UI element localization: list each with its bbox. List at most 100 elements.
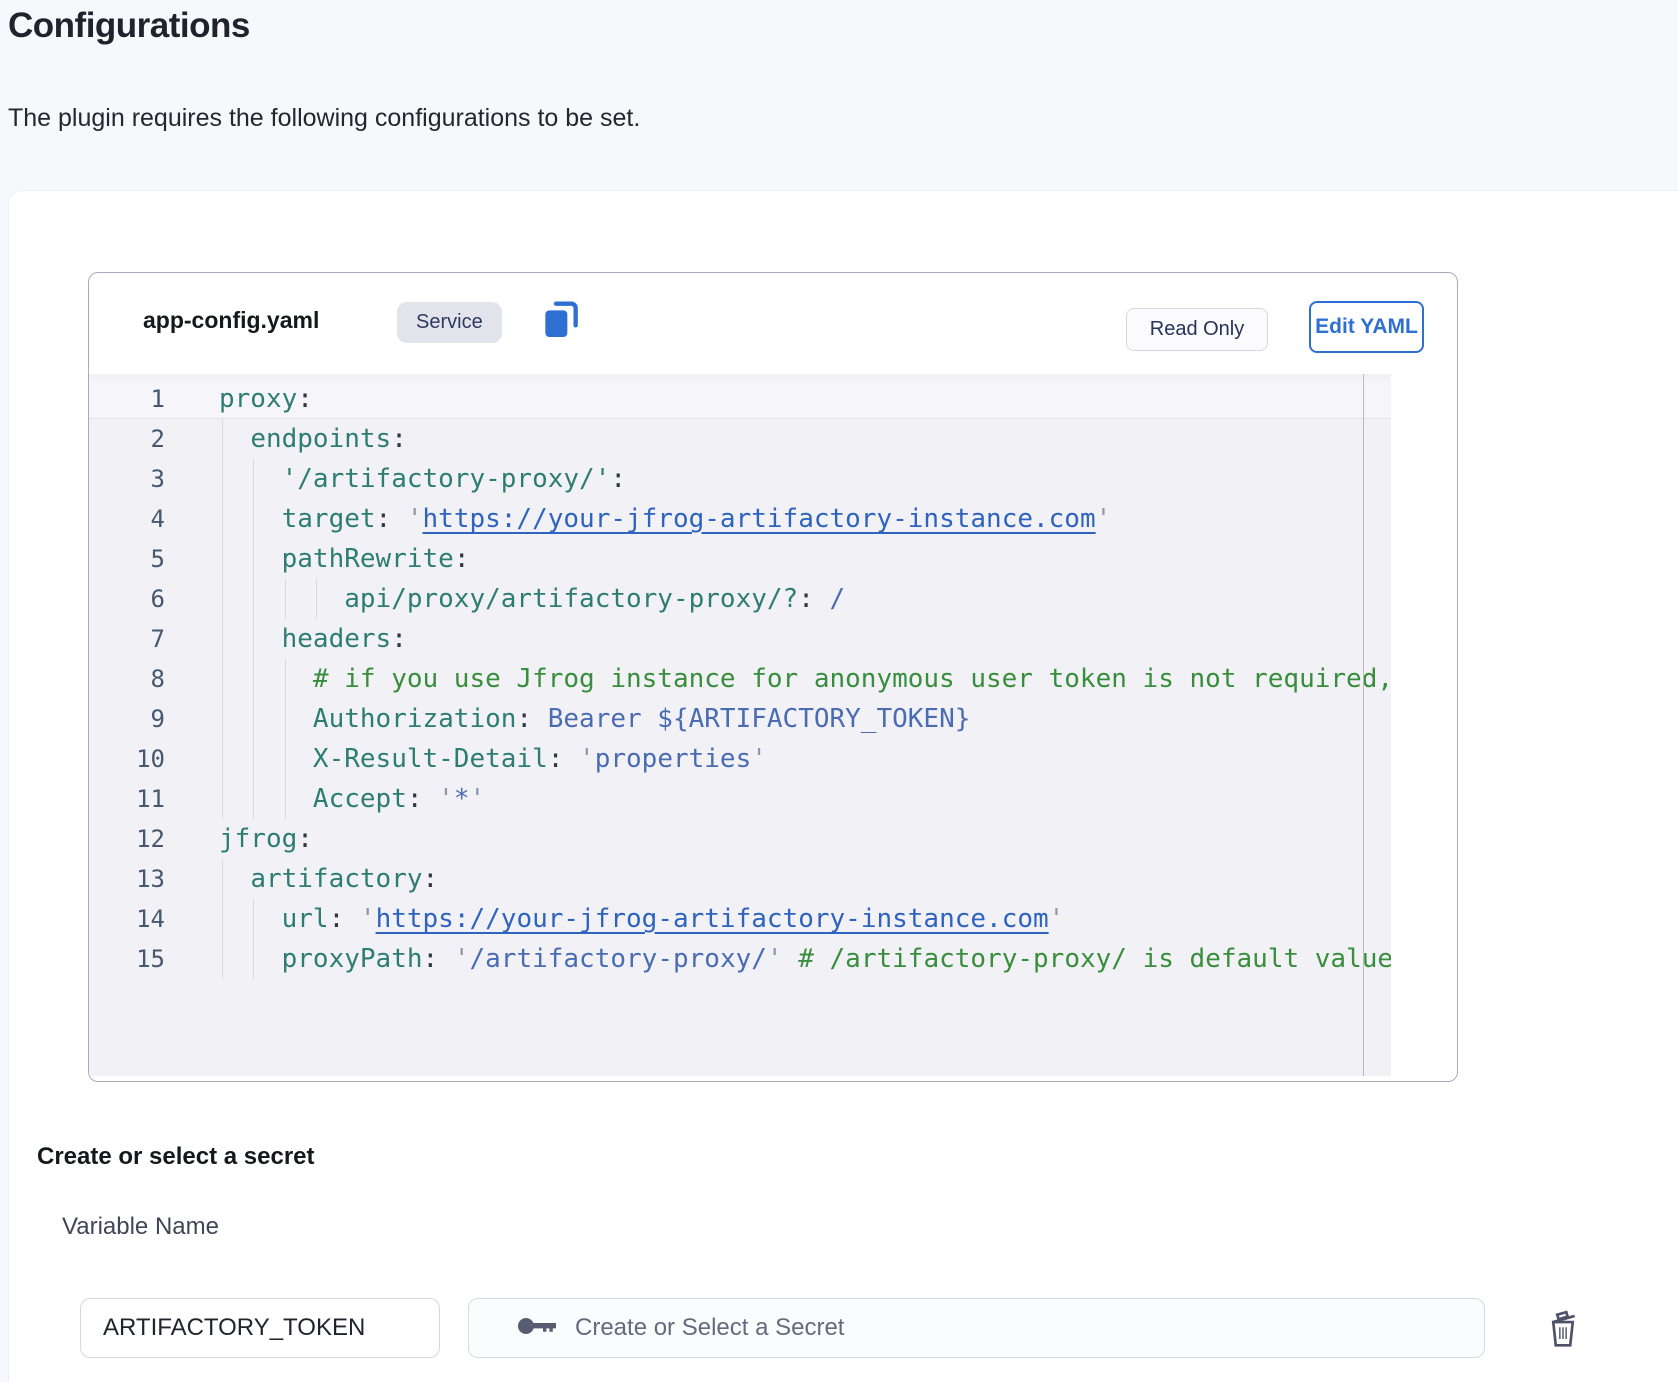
indent-guide [222,539,223,579]
code-token: : [297,824,313,854]
secret-select-input[interactable] [575,1314,1484,1342]
editor-scrollbar[interactable] [1363,374,1364,1076]
copy-icon-glyph [541,298,581,342]
code-line: 5 pathRewrite: [89,539,1391,579]
code-line-content: endpoints: [219,419,407,459]
code-line: 3 '/artifactory-proxy/': [89,459,1391,499]
code-line-content: Authorization: Bearer ${ARTIFACTORY_TOKE… [219,699,970,739]
code-token: ' [360,904,376,934]
indent-guide [253,619,254,659]
line-number: 9 [89,699,165,739]
copy-icon[interactable] [539,297,583,345]
indent-guide [285,779,286,819]
indent-guide [222,859,223,899]
line-number: 2 [89,419,165,459]
line-number: 13 [89,859,165,899]
indent-guide [253,579,254,619]
code-token: ' [438,784,454,814]
line-number: 12 [89,819,165,859]
trash-icon[interactable] [1542,1304,1584,1354]
indent-guide [253,739,254,779]
code-token: ' [579,744,595,774]
indent-guide [222,659,223,699]
code-token: endpoints [250,424,391,454]
variable-name-label: Variable Name [62,1213,219,1241]
code-token: # if you use Jfrog instance for anonymou… [313,664,1391,694]
line-number: 3 [89,459,165,499]
read-only-button[interactable]: Read Only [1126,308,1268,351]
indent-guide [222,939,223,979]
indent-guide [253,779,254,819]
code-token: : [376,504,407,534]
yaml-editor-card: app-config.yaml Service Read Only Edit Y… [88,272,1458,1082]
line-number: 14 [89,899,165,939]
line-number: 11 [89,779,165,819]
code-token: : [610,464,626,494]
line-number: 5 [89,539,165,579]
line-number: 6 [89,579,165,619]
line-number: 10 [89,739,165,779]
code-lines: 1proxy:2 endpoints:3 '/artifactory-proxy… [89,379,1391,979]
code-token: Accept [313,784,407,814]
indent-guide [222,779,223,819]
code-token: X-Result-Detail [313,744,548,774]
code-line: 4 target: 'https://your-jfrog-artifactor… [89,499,1391,539]
code-token: : [391,624,407,654]
code-line: 10 X-Result-Detail: 'properties' [89,739,1391,779]
code-token: pathRewrite [282,544,454,574]
code-token: artifactory [250,864,422,894]
code-token: : [329,904,360,934]
line-number: 1 [89,379,165,419]
code-line-content: # if you use Jfrog instance for anonymou… [219,659,1391,699]
indent-guide [285,579,286,619]
indent-guide [222,899,223,939]
code-token: # /artifactory-proxy/ is default value [783,944,1391,974]
code-line-content: headers: [219,619,407,659]
code-token: : [391,424,407,454]
code-line-content: api/proxy/artifactory-proxy/?: / [219,579,845,619]
indent-guide [222,419,223,459]
code-line: 15 proxyPath: '/artifactory-proxy/' # /a… [89,939,1391,979]
code-token: : [423,864,439,894]
code-line: 2 endpoints: [89,419,1391,459]
secret-section-heading: Create or select a secret [37,1143,315,1171]
indent-guide [222,579,223,619]
secret-select-field[interactable] [468,1298,1485,1358]
code-token: / [830,584,846,614]
code-token: : [548,744,579,774]
code-token: headers [282,624,392,654]
indent-guide [253,499,254,539]
indent-guide [253,899,254,939]
code-token: api/proxy/artifactory-proxy/? [344,584,798,614]
code-line: 8 # if you use Jfrog instance for anonym… [89,659,1391,699]
code-line: 7 headers: [89,619,1391,659]
code-token: target [282,504,376,534]
code-line-content: Accept: '*' [219,779,485,819]
code-line-content: pathRewrite: [219,539,469,579]
indent-guide [285,659,286,699]
key-icon [517,1315,557,1342]
code-token: https://your-jfrog-artifactory-instance.… [423,504,1096,534]
code-token: ' [469,784,485,814]
indent-guide [253,459,254,499]
page-title: Configurations [8,6,250,46]
code-token: ' [1096,504,1112,534]
code-line: 14 url: 'https://your-jfrog-artifactory-… [89,899,1391,939]
code-line: 9 Authorization: Bearer ${ARTIFACTORY_TO… [89,699,1391,739]
edit-yaml-button[interactable]: Edit YAML [1309,301,1424,353]
code-token: : [297,384,313,414]
variable-name-input[interactable] [80,1298,440,1358]
code-line: 11 Accept: '*' [89,779,1391,819]
indent-guide [222,739,223,779]
code-token: properties [595,744,752,774]
code-token: * [454,784,470,814]
code-line: 13 artifactory: [89,859,1391,899]
line-number: 15 [89,939,165,979]
code-token: : [798,584,829,614]
code-token: Authorization [313,704,517,734]
indent-guide [222,699,223,739]
code-line: 12jfrog: [89,819,1391,859]
code-line-content: X-Result-Detail: 'properties' [219,739,767,779]
indent-guide [253,659,254,699]
code-line-content: '/artifactory-proxy/': [219,459,626,499]
